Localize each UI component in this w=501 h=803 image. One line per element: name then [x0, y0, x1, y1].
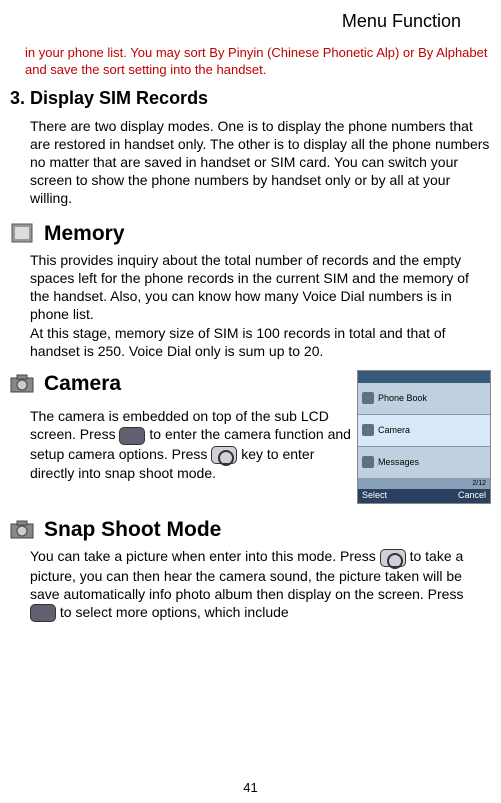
snap-title: Snap Shoot Mode — [44, 516, 221, 543]
phone-camera-icon — [362, 424, 374, 436]
phone-left-softkey: Select — [362, 490, 387, 502]
section-3-body: There are two display modes. One is to d… — [10, 117, 491, 208]
phone-menu-item: Messages — [358, 447, 490, 479]
camera-title: Camera — [44, 370, 121, 397]
memory-body-1: This provides inquiry about the total nu… — [10, 251, 491, 324]
memory-heading-row: Memory — [10, 220, 491, 247]
snap-heading-row: Snap Shoot Mode — [10, 516, 491, 543]
phone-scroll-indicator: 2/12 — [358, 479, 490, 489]
phone-menu-screenshot: Phone Book Camera Messages 2/12 Select C… — [357, 370, 491, 504]
memory-body-2: At this stage, memory size of SIM is 100… — [10, 324, 491, 360]
snap-icon — [10, 519, 34, 541]
intro-red-text: in your phone list. You may sort By Piny… — [10, 45, 491, 79]
phone-menu-item: Phone Book — [358, 383, 490, 415]
phone-menu-item: Camera — [358, 415, 490, 447]
camera-body: The camera is embedded on top of the sub… — [30, 407, 351, 482]
soft-key-icon — [30, 604, 56, 622]
ok-key-icon — [380, 549, 406, 567]
page-number: 41 — [0, 780, 501, 797]
soft-key-icon — [119, 427, 145, 445]
camera-icon — [10, 373, 34, 395]
phone-item-label: Phone Book — [378, 393, 427, 405]
phone-item-label: Camera — [378, 425, 410, 437]
phone-softkey-bar: Select Cancel — [358, 489, 490, 503]
memory-icon — [10, 222, 34, 244]
section-3-heading: 3. Display SIM Records — [10, 87, 491, 110]
camera-heading-row: Camera — [10, 370, 351, 397]
page-header: Menu Function — [10, 10, 491, 33]
phone-status-bar — [358, 371, 490, 383]
phone-item-label: Messages — [378, 457, 419, 469]
ok-key-icon — [211, 446, 237, 464]
snap-body: You can take a picture when enter into t… — [10, 547, 491, 622]
phone-right-softkey: Cancel — [458, 490, 486, 502]
phone-messages-icon — [362, 456, 374, 468]
snap-text-3: to select more options, which include — [56, 604, 289, 620]
memory-title: Memory — [44, 220, 125, 247]
snap-text-1: You can take a picture when enter into t… — [30, 548, 380, 564]
phonebook-icon — [362, 392, 374, 404]
